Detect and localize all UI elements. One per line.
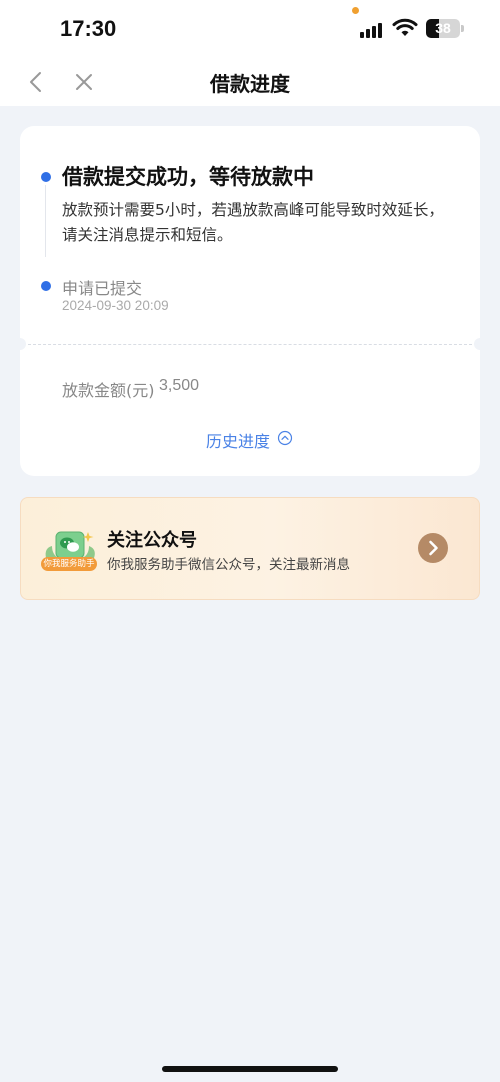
home-indicator (162, 1066, 338, 1072)
chevron-up-circle-icon[interactable] (277, 430, 293, 446)
amount-value: 3,500 (159, 377, 200, 394)
step-current-title: 借款提交成功，等待放款中 (62, 165, 314, 189)
timeline-dot-current (41, 172, 51, 182)
status-time: 17:30 (60, 16, 117, 41)
step-submitted-time: 2024-09-30 20:09 (62, 298, 169, 313)
battery-icon: 38 (426, 19, 460, 38)
wifi-icon (392, 18, 418, 36)
battery-level: 38 (435, 20, 451, 36)
timeline-dot-submitted (41, 281, 51, 291)
card-notch-left (14, 338, 26, 350)
nav-bar: 借款进度 (0, 60, 500, 106)
amount-label: 放款金额(元) (62, 381, 155, 400)
banner-description: 你我服务助手微信公众号，关注最新消息 (107, 557, 350, 573)
privacy-indicator-dot (352, 7, 359, 14)
history-progress-link[interactable]: 历史进度 (206, 428, 270, 452)
status-bar: 17:30 38 (0, 0, 500, 60)
battery-tip (461, 25, 464, 32)
step-submitted-title: 申请已提交 (62, 279, 143, 298)
page-title: 借款进度 (210, 72, 290, 96)
card-notch-right (474, 338, 486, 350)
banner-badge: 你我服务助手 (41, 557, 97, 571)
chevron-right-icon[interactable] (418, 533, 448, 563)
signal-icon (360, 22, 386, 38)
timeline-line (45, 185, 46, 257)
banner-title: 关注公众号 (107, 530, 197, 551)
step-current-description: 放款预计需要5小时，若遇放款高峰可能导致时效延长，请关注消息提示和短信。 (62, 201, 444, 244)
card-dashed-divider (28, 344, 472, 345)
